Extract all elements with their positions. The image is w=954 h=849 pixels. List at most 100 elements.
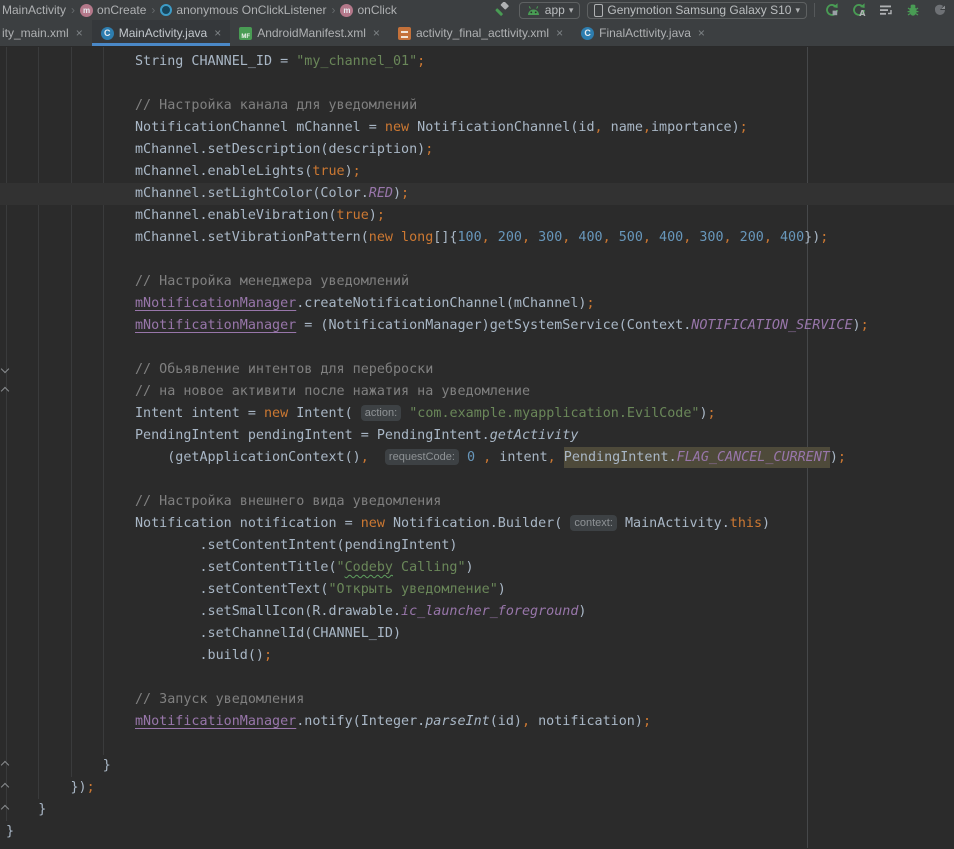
code-line[interactable]: (getApplicationContext(), requestCode: 0… xyxy=(0,447,954,469)
build-hammer-icon[interactable] xyxy=(492,1,512,19)
rerun-app-icon[interactable] xyxy=(822,1,842,19)
code-token: , xyxy=(643,230,659,245)
close-tab-icon[interactable]: × xyxy=(74,26,83,40)
profile-app-icon[interactable] xyxy=(930,1,950,19)
code-token: (id) xyxy=(490,714,522,729)
code-line[interactable]: // Обьявление интентов для переброски xyxy=(0,359,954,381)
code-line[interactable]: // Настройка внешнего вида уведомления xyxy=(0,491,954,513)
breadcrumb-item-onclick[interactable]: monClick xyxy=(340,3,396,17)
code-token: new xyxy=(264,406,288,421)
code-line[interactable] xyxy=(0,667,954,689)
code-token: importance) xyxy=(651,120,740,135)
tab-AndroidManifest_xml[interactable]: MFAndroidManifest.xml× xyxy=(230,20,389,46)
apply-code-changes-icon[interactable]: A xyxy=(849,1,869,19)
code-line[interactable]: // Запуск уведомления xyxy=(0,689,954,711)
code-token: mChannel.enableLights( xyxy=(6,164,312,179)
code-token: PendingIntent pendingIntent = PendingInt… xyxy=(6,428,490,443)
svg-text:A: A xyxy=(859,9,866,18)
breadcrumb-item-oncreate[interactable]: monCreate xyxy=(80,3,146,17)
toolbar-separator xyxy=(814,3,815,17)
code-line[interactable]: Notification notification = new Notifica… xyxy=(0,513,954,535)
code-line[interactable]: // Настройка канала для уведомлений xyxy=(0,95,954,117)
code-token: name xyxy=(603,120,643,135)
close-tab-icon[interactable]: × xyxy=(554,26,563,40)
code-line[interactable] xyxy=(0,337,954,359)
code-line[interactable]: .build(); xyxy=(0,645,954,667)
code-token: , xyxy=(603,230,619,245)
code-line[interactable]: mChannel.setLightColor(Color.RED); xyxy=(0,183,954,205)
close-tab-icon[interactable]: × xyxy=(696,26,705,40)
code-line[interactable]: } xyxy=(0,799,954,821)
code-token: 200 xyxy=(740,230,764,245)
code-token: ) xyxy=(498,582,506,597)
tab-ity_main_xml[interactable]: ity_main.xml× xyxy=(0,20,92,46)
code-line[interactable] xyxy=(0,733,954,755)
code-line[interactable]: PendingIntent pendingIntent = PendingInt… xyxy=(0,425,954,447)
code-line[interactable]: mChannel.setDescription(description); xyxy=(0,139,954,161)
breadcrumb: MainActivity›monCreate›anonymous OnClick… xyxy=(2,3,397,17)
code-token: } xyxy=(6,824,14,839)
code-line[interactable]: String CHANNEL_ID = "my_channel_01"; xyxy=(0,51,954,73)
editor-tab-bar: ity_main.xml×CMainActivity.java×MFAndroi… xyxy=(0,20,954,47)
code-line[interactable]: .setChannelId(CHANNEL_ID) xyxy=(0,623,954,645)
code-token: , xyxy=(764,230,780,245)
breadcrumb-item-mainactivity[interactable]: MainActivity xyxy=(2,3,66,17)
code-token: mChannel.setLightColor(Color. xyxy=(6,186,369,201)
debug-app-icon[interactable] xyxy=(903,1,923,19)
code-token: // Настройка менеджера уведомлений xyxy=(6,274,409,289)
code-token: true xyxy=(337,208,369,223)
tab-FinalActtivity_java[interactable]: CFinalActtivity.java× xyxy=(572,20,714,46)
code-line[interactable]: NotificationChannel mChannel = new Notif… xyxy=(0,117,954,139)
android-studio-window: MainActivity›monCreate›anonymous OnClick… xyxy=(0,0,954,848)
run-configuration-select[interactable]: app ▾ xyxy=(519,2,581,19)
anonymous-class-icon xyxy=(160,4,172,16)
code-line[interactable]: mChannel.setVibrationPattern(new long[]{… xyxy=(0,227,954,249)
code-line[interactable]: .setSmallIcon(R.drawable.ic_launcher_for… xyxy=(0,601,954,623)
device-select[interactable]: Genymotion Samsung Galaxy S10 ▾ xyxy=(587,2,807,19)
method-icon: m xyxy=(340,4,353,17)
code-line[interactable]: }); xyxy=(0,777,954,799)
code-line[interactable]: mNotificationManager.createNotificationC… xyxy=(0,293,954,315)
code-line[interactable] xyxy=(0,73,954,95)
code-line[interactable]: // Настройка менеджера уведомлений xyxy=(0,271,954,293)
code-line[interactable]: mChannel.enableLights(true); xyxy=(0,161,954,183)
code-token: , xyxy=(522,714,530,729)
code-line[interactable]: } xyxy=(0,821,954,843)
code-line[interactable]: .setContentText("Открыть уведомление") xyxy=(0,579,954,601)
code-token: ; xyxy=(87,780,95,795)
tab-MainActivity_java[interactable]: CMainActivity.java× xyxy=(92,20,231,46)
close-tab-icon[interactable]: × xyxy=(212,26,221,40)
run-configurations-list-icon[interactable] xyxy=(876,1,896,19)
code-line[interactable]: mNotificationManager.notify(Integer.pars… xyxy=(0,711,954,733)
code-token: ; xyxy=(377,208,385,223)
code-line[interactable] xyxy=(0,469,954,491)
code-line[interactable]: Intent intent = new Intent( action: "com… xyxy=(0,403,954,425)
code-editor[interactable]: String CHANNEL_ID = "my_channel_01"; // … xyxy=(0,47,954,848)
code-token: ) xyxy=(369,208,377,223)
code-line[interactable]: mChannel.enableVibration(true); xyxy=(0,205,954,227)
code-token: , xyxy=(548,450,556,465)
code-token: FLAG_CANCEL_CURRENT xyxy=(677,447,830,468)
code-token: Notification.Builder( xyxy=(385,516,570,531)
code-token: ; xyxy=(820,230,828,245)
code-token: []{ xyxy=(433,230,457,245)
tab-label: activity_final_acttivity.xml xyxy=(416,26,549,40)
close-tab-icon[interactable]: × xyxy=(371,26,380,40)
tab-label: AndroidManifest.xml xyxy=(257,26,366,40)
breadcrumb-item-anonymous-onclicklistener[interactable]: anonymous OnClickListener xyxy=(160,3,326,17)
code-line[interactable]: mNotificationManager = (NotificationMana… xyxy=(0,315,954,337)
code-line[interactable] xyxy=(0,249,954,271)
code-token: ) xyxy=(762,516,770,531)
code-line[interactable]: } xyxy=(0,755,954,777)
code-line[interactable]: .setContentIntent(pendingIntent) xyxy=(0,535,954,557)
code-token xyxy=(369,450,385,465)
code-line[interactable]: // на новое активити после нажатия на ув… xyxy=(0,381,954,403)
code-token: ; xyxy=(740,120,748,135)
code-line[interactable]: .setContentTitle("Codeby Calling") xyxy=(0,557,954,579)
code-token: mNotificationManager xyxy=(135,714,296,729)
code-token: // Настройка канала для уведомлений xyxy=(6,98,417,113)
tab-activity_final_acttivity_xml[interactable]: activity_final_acttivity.xml × xyxy=(389,20,572,46)
tab-label: MainActivity.java xyxy=(119,26,207,40)
run-configuration-label: app xyxy=(545,3,565,17)
code-token: 400 xyxy=(780,230,804,245)
